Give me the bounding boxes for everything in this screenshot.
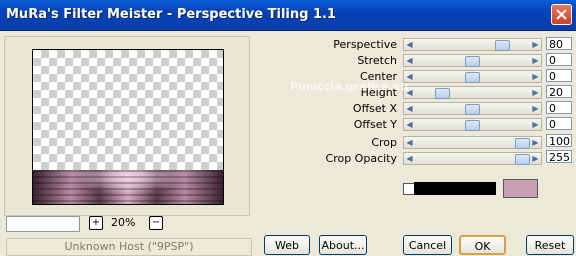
cancel-button[interactable]: Cancel xyxy=(403,235,452,255)
zoom-in-button[interactable]: + xyxy=(89,216,103,230)
tile-color-swatch[interactable] xyxy=(503,179,538,198)
value-offset-x[interactable]: 0 xyxy=(546,101,572,115)
arrow-right-icon[interactable]: ▶ xyxy=(530,137,541,148)
value-crop-opacity[interactable]: 255 xyxy=(546,150,572,164)
arrow-left-icon[interactable]: ◀ xyxy=(404,153,415,164)
slider-thumb[interactable] xyxy=(465,104,480,115)
param-label-perspective: Perspective xyxy=(333,38,397,51)
param-label-offset-x: Offset X xyxy=(352,102,397,115)
slider-perspective[interactable]: ◀ ▶ xyxy=(403,38,542,51)
ok-button[interactable]: OK xyxy=(459,235,506,255)
slider-offset-x[interactable]: ◀ ▶ xyxy=(403,102,542,115)
arrow-left-icon[interactable]: ◀ xyxy=(404,103,415,114)
about-button[interactable]: About... xyxy=(319,235,367,255)
web-button[interactable]: Web xyxy=(264,235,310,255)
tiled-floor xyxy=(33,170,223,204)
arrow-right-icon[interactable]: ▶ xyxy=(530,87,541,98)
watermark-text: Pinuccia.grafica.eu xyxy=(290,80,409,93)
slider-thumb[interactable] xyxy=(435,88,450,99)
arrow-right-icon[interactable]: ▶ xyxy=(530,55,541,66)
arrow-left-icon[interactable]: ◀ xyxy=(404,55,415,66)
arrow-right-icon[interactable]: ▶ xyxy=(530,71,541,82)
arrow-right-icon[interactable]: ▶ xyxy=(530,39,541,50)
reset-button[interactable]: Reset xyxy=(526,235,574,255)
value-center[interactable]: 0 xyxy=(546,69,572,83)
slider-height[interactable]: ◀ ▶ xyxy=(403,86,542,99)
value-offset-y[interactable]: 0 xyxy=(546,117,572,131)
preview-image[interactable] xyxy=(32,49,224,205)
param-label-stretch: Stretch xyxy=(357,54,397,67)
zoom-out-button[interactable]: − xyxy=(149,216,163,230)
value-stretch[interactable]: 0 xyxy=(546,53,572,67)
slider-thumb[interactable] xyxy=(495,40,510,51)
arrow-left-icon[interactable]: ◀ xyxy=(404,39,415,50)
slider-thumb[interactable] xyxy=(465,56,480,67)
arrow-right-icon[interactable]: ▶ xyxy=(530,153,541,164)
zoom-field[interactable] xyxy=(6,216,80,232)
param-label-offset-y: Offset Y xyxy=(353,118,397,131)
close-button[interactable] xyxy=(551,4,572,25)
arrow-right-icon[interactable]: ▶ xyxy=(530,103,541,114)
slider-crop[interactable]: ◀ ▶ xyxy=(403,136,542,149)
value-perspective[interactable]: 80 xyxy=(546,37,572,51)
slider-stretch[interactable]: ◀ ▶ xyxy=(403,54,542,67)
slider-thumb[interactable] xyxy=(515,154,530,165)
arrow-left-icon[interactable]: ◀ xyxy=(404,137,415,148)
slider-offset-y[interactable]: ◀ ▶ xyxy=(403,118,542,131)
window-title: MuRa's Filter Meister - Perspective Tili… xyxy=(6,7,336,22)
value-crop[interactable]: 100 xyxy=(546,134,572,148)
arrow-left-icon[interactable]: ◀ xyxy=(404,119,415,130)
slider-crop-opacity[interactable]: ◀ ▶ xyxy=(403,152,542,165)
close-icon xyxy=(556,9,567,20)
slider-thumb[interactable] xyxy=(465,72,480,83)
host-status: Unknown Host ("9PSP") xyxy=(6,238,252,256)
slider-center[interactable]: ◀ ▶ xyxy=(403,70,542,83)
title-bar: MuRa's Filter Meister - Perspective Tili… xyxy=(0,0,576,31)
value-height[interactable]: 20 xyxy=(546,85,572,99)
arrow-right-icon[interactable]: ▶ xyxy=(530,119,541,130)
fill-color-swatch[interactable] xyxy=(414,182,496,195)
slider-thumb[interactable] xyxy=(465,120,480,131)
param-label-crop: Crop xyxy=(371,136,397,149)
zoom-level: 20% xyxy=(111,216,136,229)
slider-thumb[interactable] xyxy=(515,138,530,149)
param-label-crop-opacity: Crop Opacity xyxy=(325,152,397,165)
